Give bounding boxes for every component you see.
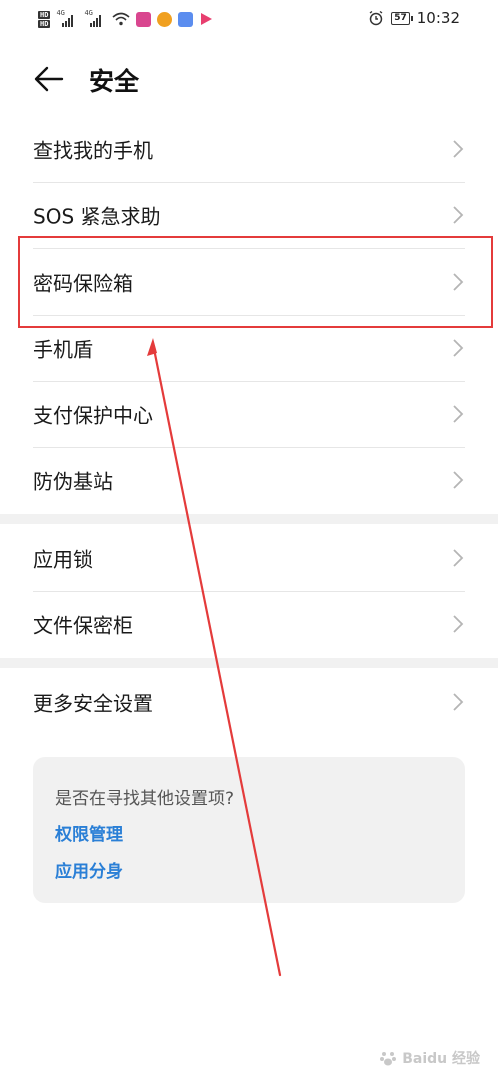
menu-item-label: SOS 紧急求助	[33, 204, 161, 229]
menu-item-app-lock[interactable]: 应用锁	[33, 525, 465, 591]
hd-badge-1: HD	[38, 10, 51, 19]
chevron-right-icon	[453, 405, 464, 423]
menu-item-label: 更多安全设置	[33, 691, 153, 716]
menu-item-sos[interactable]: SOS 紧急求助	[33, 182, 465, 248]
play-app-icon	[201, 13, 213, 25]
app-notification-icon-2	[157, 11, 173, 27]
menu-item-label: 支付保护中心	[33, 403, 153, 428]
paw-icon	[380, 1052, 397, 1066]
status-bar: HD HD 4G 4G 57 10:32	[0, 0, 498, 40]
clock: 10:32	[416, 9, 460, 27]
watermark-text: Baidu 经验	[402, 1051, 480, 1067]
menu-item-label: 应用锁	[33, 547, 93, 572]
section-gap	[0, 514, 498, 524]
link-permission-management[interactable]: 权限管理	[55, 820, 123, 845]
menu-item-label: 防伪基站	[33, 469, 113, 494]
menu-item-label: 文件保密柜	[33, 613, 133, 638]
signal-icon-2: 4G	[84, 9, 106, 27]
menu-item-phone-shield[interactable]: 手机盾	[33, 315, 465, 381]
hd-badge-2: HD	[38, 19, 51, 28]
menu-item-file-safe[interactable]: 文件保密柜	[33, 591, 465, 657]
suggestion-card: 是否在寻找其他设置项? 权限管理 应用分身	[33, 757, 465, 903]
wifi-icon	[112, 12, 130, 26]
watermark: Baidu 经验	[379, 1048, 480, 1068]
app-header: 安全	[0, 52, 498, 104]
chevron-right-icon	[453, 339, 464, 357]
section-gap	[0, 658, 498, 668]
menu-item-label: 查找我的手机	[33, 138, 153, 163]
menu-item-anti-fake-base-station[interactable]: 防伪基站	[33, 447, 465, 513]
chevron-right-icon	[453, 273, 464, 291]
chevron-right-icon	[453, 206, 464, 224]
signal-icon-1: 4G	[56, 9, 78, 27]
page-title: 安全	[89, 67, 140, 96]
chevron-right-icon	[453, 140, 464, 158]
arrow-left-icon[interactable]	[34, 65, 64, 93]
menu-item-label: 手机盾	[33, 337, 93, 362]
app-notification-icon-3	[178, 11, 194, 27]
chevron-right-icon	[453, 693, 464, 711]
menu-item-password-vault[interactable]: 密码保险箱	[33, 249, 465, 315]
alarm-icon	[369, 10, 383, 26]
chevron-right-icon	[453, 471, 464, 489]
link-app-twin[interactable]: 应用分身	[55, 857, 123, 882]
menu-item-more-security-settings[interactable]: 更多安全设置	[33, 669, 465, 735]
app-notification-icon-1	[136, 11, 152, 27]
status-bar-left: HD HD 4G 4G	[38, 6, 213, 32]
status-bar-right: 57 10:32	[368, 9, 460, 27]
menu-item-find-my-phone[interactable]: 查找我的手机	[33, 116, 465, 182]
menu-item-label: 密码保险箱	[33, 271, 133, 296]
hd-indicators: HD HD	[38, 10, 51, 28]
chevron-right-icon	[453, 615, 464, 633]
suggestion-question: 是否在寻找其他设置项?	[55, 789, 235, 809]
menu-item-payment-protection[interactable]: 支付保护中心	[33, 381, 465, 447]
battery-icon: 57	[391, 11, 413, 25]
chevron-right-icon	[453, 549, 464, 567]
